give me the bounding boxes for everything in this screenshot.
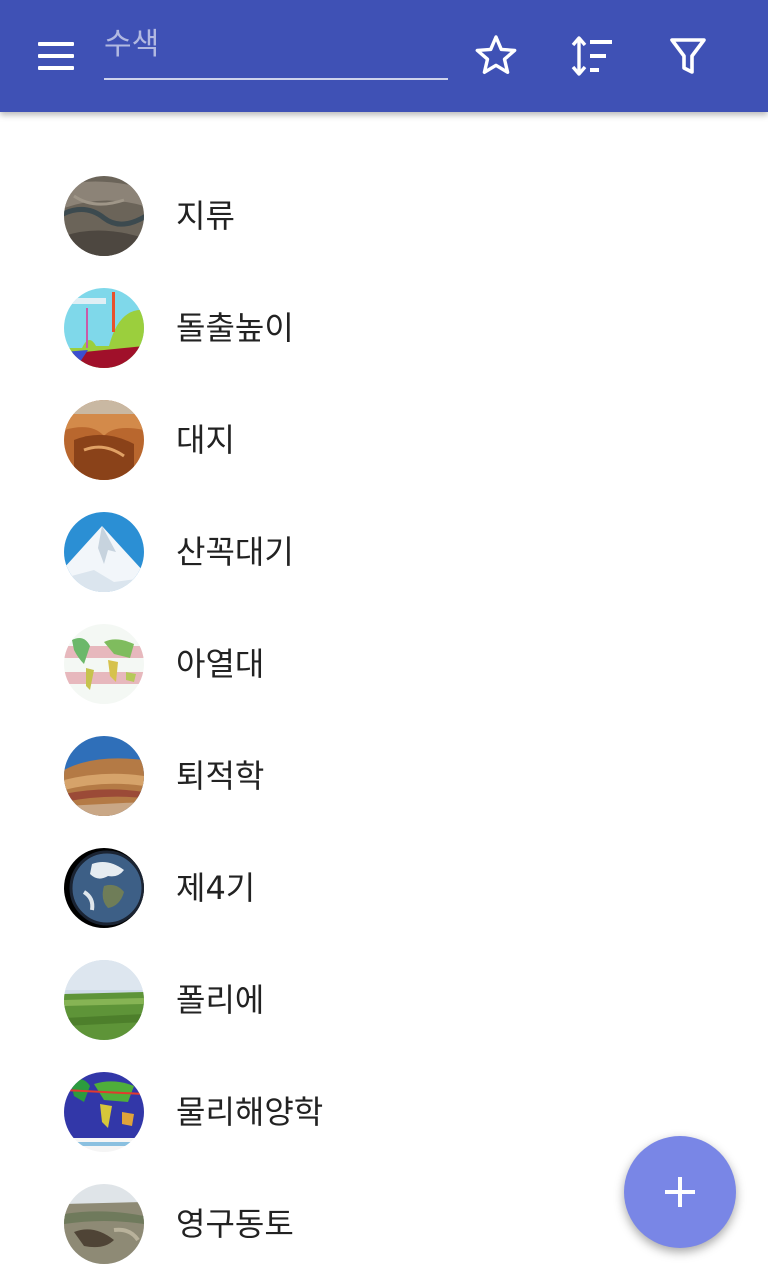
menu-icon[interactable] bbox=[20, 34, 92, 78]
list-item-label: 대지 bbox=[176, 421, 235, 459]
permafrost-thumbnail bbox=[64, 1184, 144, 1264]
list-item[interactable]: 퇴적학 bbox=[0, 720, 768, 832]
list-item-label: 돌출높이 bbox=[176, 309, 294, 347]
list-item[interactable]: 지류 bbox=[0, 160, 768, 272]
prominence-diagram-thumbnail bbox=[64, 288, 144, 368]
plateau-canyon-thumbnail bbox=[64, 400, 144, 480]
list-item[interactable]: 산꼭대기 bbox=[0, 496, 768, 608]
star-outline-icon[interactable] bbox=[468, 28, 524, 84]
list-item-label: 산꼭대기 bbox=[176, 533, 294, 571]
sort-icon[interactable] bbox=[563, 28, 619, 84]
list-item-label: 제4기 bbox=[176, 869, 256, 907]
topic-list: 지류 돌출높이 대지 산꼭대기 아열대 퇴적학 제4기 폴리에 물리해양학 영구… bbox=[0, 160, 768, 1280]
canyon-river-thumbnail bbox=[64, 176, 144, 256]
search-input[interactable] bbox=[104, 20, 448, 80]
list-item-label: 아열대 bbox=[176, 645, 265, 683]
list-item-label: 퇴적학 bbox=[176, 757, 265, 795]
snowy-peak-thumbnail bbox=[64, 512, 144, 592]
subtropics-map-thumbnail bbox=[64, 624, 144, 704]
list-item-label: 영구동토 bbox=[176, 1205, 294, 1243]
list-item[interactable]: 제4기 bbox=[0, 832, 768, 944]
filter-icon[interactable] bbox=[660, 28, 716, 84]
list-item[interactable]: 대지 bbox=[0, 384, 768, 496]
app-screen: 지류 돌출높이 bbox=[0, 0, 768, 1280]
list-item[interactable]: 아열대 bbox=[0, 608, 768, 720]
top-app-bar bbox=[0, 0, 768, 112]
list-item-label: 지류 bbox=[176, 197, 235, 235]
sediment-layers-thumbnail bbox=[64, 736, 144, 816]
list-item[interactable]: 돌출높이 bbox=[0, 272, 768, 384]
list-item[interactable]: 폴리에 bbox=[0, 944, 768, 1056]
green-field-thumbnail bbox=[64, 960, 144, 1040]
search-field bbox=[104, 20, 448, 82]
ocean-map-thumbnail bbox=[64, 1072, 144, 1152]
list-item-label: 폴리에 bbox=[176, 981, 265, 1019]
list-item-label: 물리해양학 bbox=[176, 1093, 324, 1131]
add-button[interactable] bbox=[624, 1136, 736, 1248]
earth-globe-thumbnail bbox=[64, 848, 144, 928]
